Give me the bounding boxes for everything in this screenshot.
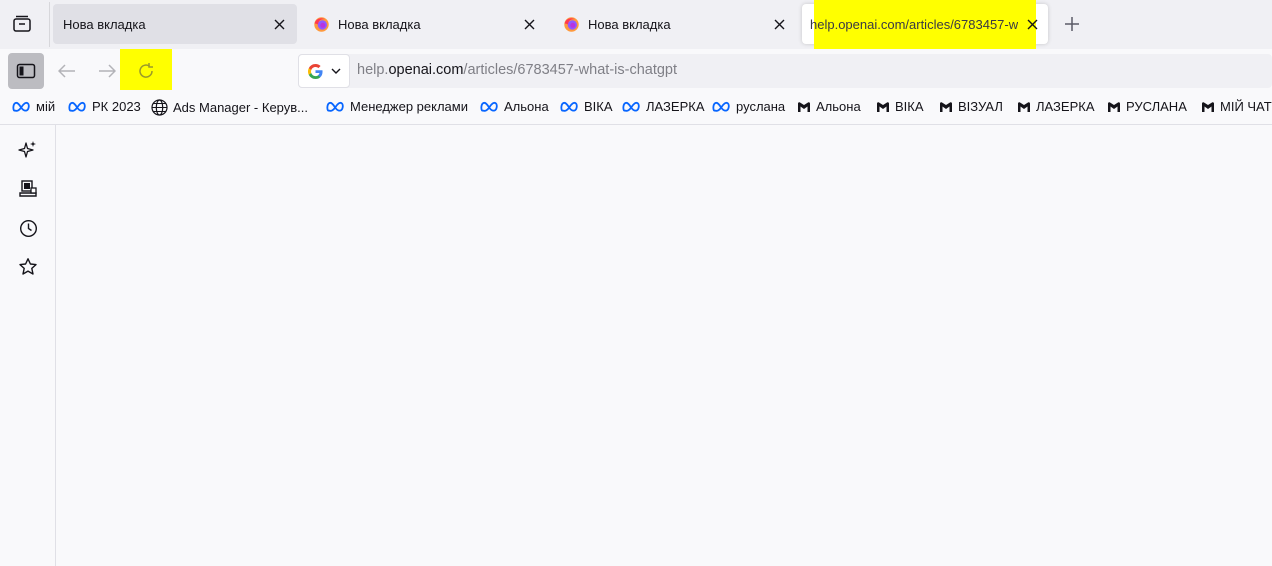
- bookmark-item[interactable]: РУСЛАНА: [1107, 99, 1187, 114]
- reload-icon: [139, 63, 153, 78]
- arrow-left-icon: [58, 64, 75, 78]
- navigation-toolbar: help.openai.com/articles/6783457-what-is…: [0, 49, 1272, 92]
- google-icon: [307, 63, 323, 79]
- bookmark-item[interactable]: ВІЗУАЛ: [939, 99, 1003, 114]
- bookmark-item[interactable]: Альона: [480, 99, 549, 114]
- bookmark-label: МІЙ ЧАТ: [1220, 99, 1272, 114]
- bookmark-label: ВІЗУАЛ: [958, 99, 1003, 114]
- plus-icon: [1065, 17, 1079, 31]
- globe-icon: [151, 99, 168, 116]
- strip-divider: [49, 2, 50, 47]
- bookmark-item[interactable]: руслана: [712, 99, 785, 114]
- close-icon: [274, 19, 284, 29]
- chevron-down-icon: [331, 68, 340, 74]
- sidebar-icon: [16, 63, 36, 79]
- back-button[interactable]: [50, 54, 84, 88]
- tab-close-button[interactable]: [771, 16, 787, 32]
- bookmark-label: ВІКА: [584, 99, 613, 114]
- page-content[interactable]: [57, 125, 1272, 566]
- firefox-icon: [314, 16, 329, 32]
- tab-list-icon: [13, 15, 31, 32]
- close-icon: [774, 19, 784, 29]
- forward-button[interactable]: [90, 54, 124, 88]
- close-icon: [524, 19, 534, 29]
- bookmark-item[interactable]: ЛАЗЕРКА: [1017, 99, 1095, 114]
- tab-title: help.openai.com/articles/6783457-w: [810, 16, 1018, 32]
- url-bar[interactable]: help.openai.com/articles/6783457-what-is…: [298, 54, 1272, 88]
- ai-chatbot-button[interactable]: [17, 139, 39, 161]
- meta-icon: [480, 101, 499, 112]
- meta-icon: [12, 101, 31, 112]
- bookmark-item[interactable]: мій: [12, 99, 55, 114]
- bookmarks-button[interactable]: [17, 256, 39, 278]
- tab-active[interactable]: help.openai.com/articles/6783457-w: [802, 0, 1048, 52]
- m-icon: [876, 101, 890, 113]
- bookmark-label: Ads Manager - Керув...: [173, 100, 309, 115]
- m-icon: [1107, 101, 1121, 113]
- meta-icon: [68, 101, 87, 112]
- m-icon: [797, 101, 811, 113]
- tab-strip: Нова вкладка Нова вкладка Нова вкладка h…: [0, 0, 1272, 52]
- meta-icon: [622, 101, 641, 112]
- new-tab-button[interactable]: [1058, 10, 1086, 38]
- bookmark-label: ЛАЗЕРКА: [646, 99, 705, 114]
- bookmark-label: ВІКА: [895, 99, 924, 114]
- bookmark-item[interactable]: Альона: [797, 99, 861, 114]
- bookmarks-icon: [19, 258, 37, 275]
- sidebar-toggle-button[interactable]: [8, 53, 44, 89]
- close-icon: [1027, 19, 1037, 29]
- tab-title: Нова вкладка: [338, 16, 421, 32]
- history-icon: [19, 219, 37, 237]
- bookmark-item[interactable]: ЛАЗЕРКА: [622, 99, 705, 114]
- bookmark-label: Альона: [504, 99, 549, 114]
- m-icon: [1017, 101, 1031, 113]
- bookmark-label: РУСЛАНА: [1126, 99, 1187, 114]
- url-host-prefix: help.: [357, 62, 389, 78]
- bookmark-label: Альона: [816, 99, 861, 114]
- meta-icon: [560, 101, 579, 112]
- tab-title: Нова вкладка: [63, 16, 146, 32]
- bookmark-item[interactable]: ВІКА: [560, 99, 613, 114]
- ai-chatbot-icon: [18, 141, 36, 158]
- m-icon: [1201, 101, 1215, 113]
- bookmark-label: ЛАЗЕРКА: [1036, 99, 1095, 114]
- tab-3[interactable]: Нова вкладка: [553, 4, 797, 44]
- url-text[interactable]: help.openai.com/articles/6783457-what-is…: [357, 62, 677, 78]
- bookmarks-toolbar: мій РК 2023 Ads Manager - Керув... Менеджер…: [0, 92, 1272, 125]
- bookmark-item[interactable]: Менеджер реклами: [326, 99, 468, 114]
- tab-1[interactable]: Нова вкладка: [53, 4, 297, 44]
- url-path: /articles/6783457-what-is-chatgpt: [463, 62, 678, 78]
- firefox-icon: [564, 16, 579, 32]
- reload-button[interactable]: [129, 54, 163, 88]
- search-engine-button[interactable]: [298, 54, 350, 88]
- meta-icon: [326, 101, 345, 112]
- sidebar: [0, 125, 56, 566]
- tab-close-button[interactable]: [1024, 16, 1040, 32]
- url-host: openai.com: [388, 62, 464, 78]
- history-button[interactable]: [17, 217, 39, 239]
- bookmark-label: мій: [36, 99, 56, 114]
- meta-icon: [712, 101, 731, 112]
- m-icon: [939, 101, 953, 113]
- bookmark-label: Менеджер реклами: [350, 99, 468, 114]
- arrow-right-icon: [99, 64, 116, 78]
- synced-tabs-icon: [19, 180, 37, 197]
- tab-close-button[interactable]: [271, 16, 287, 32]
- bookmark-item[interactable]: Ads Manager - Керув...: [151, 99, 308, 116]
- tab-2[interactable]: Нова вкладка: [303, 4, 547, 44]
- bookmark-label: руслана: [736, 99, 786, 114]
- tab-close-button[interactable]: [521, 16, 537, 32]
- tab-list-button[interactable]: [4, 6, 40, 42]
- bookmark-item[interactable]: МІЙ ЧАТ: [1201, 99, 1272, 114]
- bookmark-item[interactable]: ВІКА: [876, 99, 924, 114]
- tab-title: Нова вкладка: [588, 16, 671, 32]
- bookmark-label: РК 2023: [92, 99, 141, 114]
- synced-tabs-button[interactable]: [17, 178, 39, 200]
- bookmark-item[interactable]: РК 2023: [68, 99, 141, 114]
